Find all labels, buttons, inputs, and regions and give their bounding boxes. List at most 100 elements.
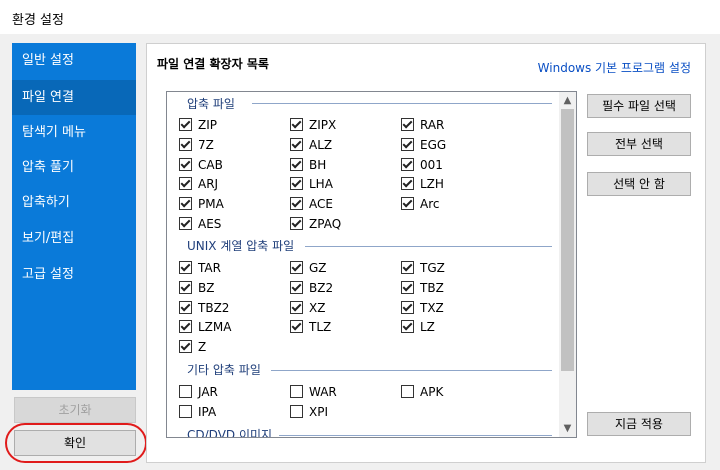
- checkbox-war[interactable]: WAR: [290, 384, 337, 400]
- checkmark-icon[interactable]: [401, 158, 414, 171]
- checkmark-icon[interactable]: [179, 138, 192, 151]
- checkmark-icon[interactable]: [290, 281, 303, 294]
- checkbox-alz[interactable]: ALZ: [290, 137, 332, 153]
- checkbox-empty-icon[interactable]: [401, 385, 414, 398]
- checkbox-empty-icon[interactable]: [179, 405, 192, 418]
- checkmark-icon[interactable]: [179, 158, 192, 171]
- checkmark-icon[interactable]: [290, 138, 303, 151]
- checkmark-icon[interactable]: [179, 301, 192, 314]
- checkmark-icon[interactable]: [179, 261, 192, 274]
- checkmark-icon[interactable]: [401, 138, 414, 151]
- sidebar-item-advanced[interactable]: 고급 설정: [12, 257, 136, 292]
- checkmark-icon[interactable]: [401, 281, 414, 294]
- windows-default-programs-link[interactable]: Windows 기본 프로그램 설정: [538, 59, 691, 76]
- sidebar-item-file-association[interactable]: 파일 연결: [12, 80, 136, 115]
- checkmark-icon[interactable]: [179, 118, 192, 131]
- checkbox-bh[interactable]: BH: [290, 157, 326, 173]
- checkbox-xpi[interactable]: XPI: [290, 404, 328, 420]
- checkmark-icon[interactable]: [290, 261, 303, 274]
- chevron-up-icon[interactable]: ▲: [559, 92, 576, 109]
- checkbox-label: ZIP: [198, 118, 217, 132]
- checkmark-icon[interactable]: [401, 177, 414, 190]
- checkbox-tlz[interactable]: TLZ: [290, 319, 331, 335]
- checkbox-rar[interactable]: RAR: [401, 117, 444, 133]
- checkmark-icon[interactable]: [179, 281, 192, 294]
- checkbox-lzma[interactable]: LZMA: [179, 319, 231, 335]
- checkbox-zpaq[interactable]: ZPAQ: [290, 216, 341, 232]
- checkmark-icon[interactable]: [401, 301, 414, 314]
- panel-title: 파일 연결 확장자 목록: [157, 57, 269, 71]
- group-header-unix: UNIX 계열 압축 파일: [187, 239, 295, 253]
- extension-list[interactable]: 압축 파일 ZIP ZIPX RAR 7Z ALZ EGG CAB BH 001 ARJ LHA LZ…: [166, 91, 577, 438]
- checkbox-bz[interactable]: BZ: [179, 280, 214, 296]
- checkbox-cab[interactable]: CAB: [179, 157, 223, 173]
- checkbox-7z[interactable]: 7Z: [179, 137, 214, 153]
- scroll-thumb[interactable]: [561, 109, 574, 371]
- checkbox-zipx[interactable]: ZIPX: [290, 117, 336, 133]
- reset-button[interactable]: 초기화: [14, 397, 136, 423]
- sidebar-item-extract[interactable]: 압축 풀기: [12, 150, 136, 185]
- checkbox-zip[interactable]: ZIP: [179, 117, 217, 133]
- checkmark-icon[interactable]: [290, 320, 303, 333]
- checkbox-gz[interactable]: GZ: [290, 260, 327, 276]
- checkmark-icon[interactable]: [290, 301, 303, 314]
- select-required-button[interactable]: 필수 파일 선택: [587, 94, 691, 118]
- checkmark-icon[interactable]: [401, 261, 414, 274]
- vertical-scrollbar[interactable]: ▲ ▼: [559, 92, 576, 437]
- checkmark-icon[interactable]: [401, 197, 414, 210]
- group-header-cd-dvd: CD/DVD 이미지: [187, 428, 273, 438]
- checkbox-arj[interactable]: ARJ: [179, 176, 218, 192]
- checkbox-tgz[interactable]: TGZ: [401, 260, 445, 276]
- checkmark-icon[interactable]: [290, 197, 303, 210]
- checkbox-z[interactable]: Z: [179, 339, 206, 355]
- checkbox-arc[interactable]: Arc: [401, 196, 439, 212]
- checkbox-jar[interactable]: JAR: [179, 384, 218, 400]
- checkbox-tbz[interactable]: TBZ: [401, 280, 444, 296]
- checkbox-aes[interactable]: AES: [179, 216, 221, 232]
- checkbox-ace[interactable]: ACE: [290, 196, 333, 212]
- checkmark-icon[interactable]: [179, 177, 192, 190]
- sidebar-item-view-edit[interactable]: 보기/편집: [12, 221, 136, 256]
- checkbox-lz[interactable]: LZ: [401, 319, 435, 335]
- sidebar: 일반 설정 파일 연결 탐색기 메뉴 압축 풀기 압축하기 보기/편집 고급 설…: [12, 43, 136, 390]
- checkbox-label: TBZ: [420, 281, 444, 295]
- checkbox-label: RAR: [420, 118, 445, 132]
- checkmark-icon[interactable]: [290, 158, 303, 171]
- checkbox-lha[interactable]: LHA: [290, 176, 333, 192]
- select-all-button[interactable]: 전부 선택: [587, 132, 691, 156]
- checkbox-lzh[interactable]: LZH: [401, 176, 444, 192]
- checkbox-bz2[interactable]: BZ2: [290, 280, 333, 296]
- checkbox-empty-icon[interactable]: [290, 385, 303, 398]
- checkbox-tbz2[interactable]: TBZ2: [179, 300, 229, 316]
- checkmark-icon[interactable]: [179, 197, 192, 210]
- checkmark-icon[interactable]: [179, 340, 192, 353]
- checkmark-icon[interactable]: [290, 177, 303, 190]
- checkmark-icon[interactable]: [290, 118, 303, 131]
- sidebar-item-explorer-menu[interactable]: 탐색기 메뉴: [12, 115, 136, 150]
- checkbox-label: ALZ: [309, 138, 333, 152]
- checkbox-label: GZ: [309, 261, 327, 275]
- checkbox-empty-icon[interactable]: [179, 385, 192, 398]
- sidebar-item-general[interactable]: 일반 설정: [12, 43, 136, 78]
- checkbox-tar[interactable]: TAR: [179, 260, 221, 276]
- checkbox-001[interactable]: 001: [401, 157, 443, 173]
- checkmark-icon[interactable]: [401, 320, 414, 333]
- chevron-down-icon[interactable]: ▼: [559, 420, 576, 437]
- checkbox-xz[interactable]: XZ: [290, 300, 325, 316]
- checkmark-icon[interactable]: [179, 320, 192, 333]
- group-divider: [271, 370, 552, 371]
- checkmark-icon[interactable]: [401, 118, 414, 131]
- checkbox-txz[interactable]: TXZ: [401, 300, 444, 316]
- checkmark-icon[interactable]: [179, 217, 192, 230]
- select-none-button[interactable]: 선택 안 함: [587, 172, 691, 196]
- group-divider: [252, 103, 552, 104]
- checkbox-label: ACE: [309, 197, 333, 211]
- checkmark-icon[interactable]: [290, 217, 303, 230]
- apply-now-button[interactable]: 지금 적용: [587, 412, 691, 436]
- checkbox-ipa[interactable]: IPA: [179, 404, 216, 420]
- checkbox-empty-icon[interactable]: [290, 405, 303, 418]
- checkbox-pma[interactable]: PMA: [179, 196, 224, 212]
- checkbox-apk[interactable]: APK: [401, 384, 443, 400]
- checkbox-egg[interactable]: EGG: [401, 137, 446, 153]
- sidebar-item-compress[interactable]: 압축하기: [12, 185, 136, 220]
